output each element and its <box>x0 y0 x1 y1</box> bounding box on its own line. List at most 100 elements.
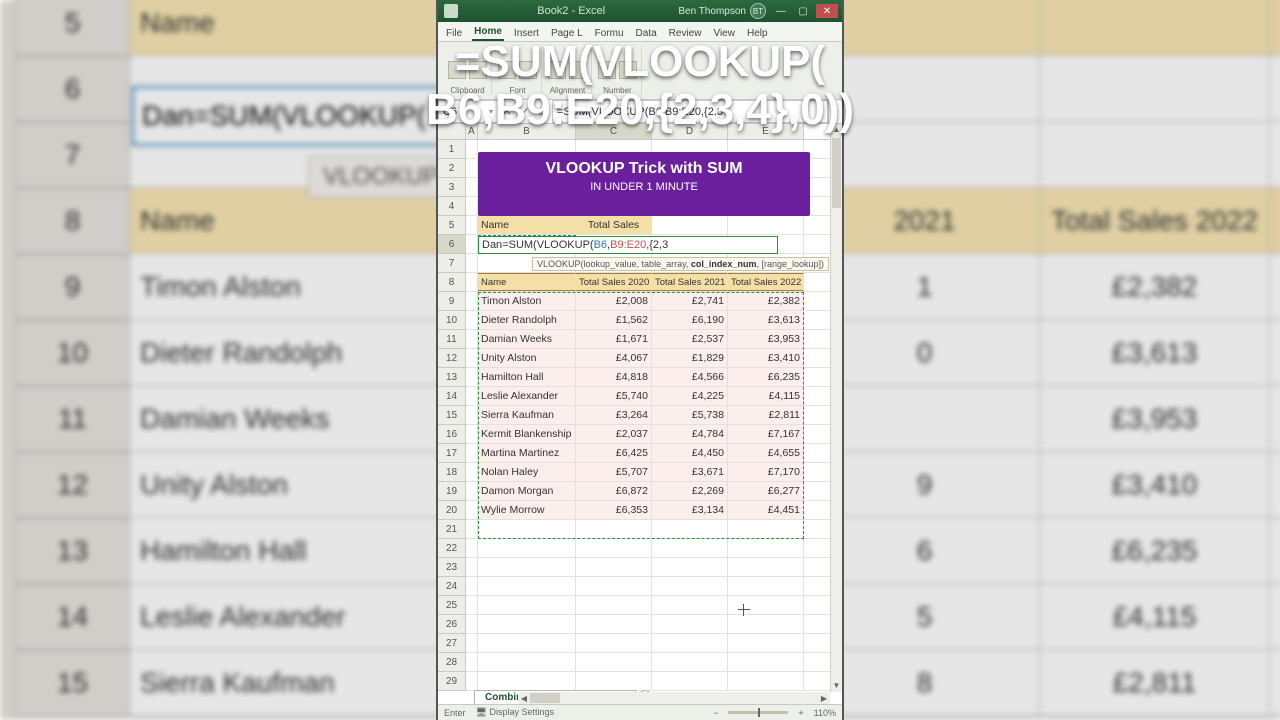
scroll-up-icon[interactable]: ▲ <box>831 124 842 136</box>
cell[interactable] <box>466 292 478 310</box>
name-box[interactable]: C6▾ <box>438 100 498 123</box>
ribbon-tab[interactable]: Home <box>472 24 504 41</box>
zoom-in-icon[interactable]: + <box>798 708 803 718</box>
cell[interactable] <box>576 520 652 538</box>
row-header[interactable]: 25 <box>438 596 466 615</box>
cell[interactable]: £2,008 <box>576 292 652 310</box>
cell[interactable]: £4,818 <box>576 368 652 386</box>
ribbon-button[interactable] <box>548 61 566 79</box>
cell[interactable] <box>652 520 728 538</box>
cell[interactable] <box>466 444 478 462</box>
cell[interactable]: Wylie Morrow <box>478 501 576 519</box>
row-header[interactable]: 18 <box>438 463 466 482</box>
cell[interactable] <box>728 596 804 614</box>
ribbon-tab[interactable]: Page L <box>549 26 585 41</box>
cell[interactable] <box>466 235 478 253</box>
scroll-thumb[interactable] <box>832 138 841 208</box>
cell[interactable] <box>576 596 652 614</box>
cell[interactable] <box>652 577 728 595</box>
cell[interactable] <box>466 406 478 424</box>
cell[interactable] <box>478 634 576 652</box>
cell[interactable] <box>728 634 804 652</box>
cell[interactable]: £2,382 <box>728 292 804 310</box>
horizontal-scrollbar[interactable]: ◀ ▶ <box>518 692 830 704</box>
active-cell-editor[interactable]: Dan=SUM(VLOOKUP(B6,B9:E20,{2,3 <box>478 236 778 254</box>
cell[interactable] <box>466 178 478 196</box>
ribbon-tab[interactable]: Insert <box>512 26 541 41</box>
cell[interactable]: Damon Morgan <box>478 482 576 500</box>
cell[interactable] <box>652 634 728 652</box>
cell[interactable] <box>466 520 478 538</box>
cell[interactable] <box>652 539 728 557</box>
row-header[interactable]: 6 <box>438 235 466 254</box>
ribbon-tab[interactable]: View <box>711 26 737 41</box>
cell[interactable]: Total Sales 2022 <box>728 273 804 291</box>
chevron-down-icon[interactable]: ▾ <box>489 107 493 116</box>
cell[interactable] <box>728 216 804 234</box>
cell[interactable]: £3,264 <box>576 406 652 424</box>
ribbon-button[interactable] <box>619 61 637 79</box>
cell[interactable] <box>576 672 652 690</box>
cell[interactable]: Sierra Kaufman <box>478 406 576 424</box>
cell[interactable] <box>478 558 576 576</box>
row-header[interactable]: 3 <box>438 178 466 197</box>
cell[interactable] <box>466 216 478 234</box>
cell[interactable] <box>728 577 804 595</box>
cell[interactable]: Damian Weeks <box>478 330 576 348</box>
cell[interactable] <box>652 615 728 633</box>
cell[interactable]: £3,410 <box>728 349 804 367</box>
column-header[interactable]: A <box>466 124 478 139</box>
cell[interactable]: Kermit Blankenship <box>478 425 576 443</box>
cell[interactable] <box>576 653 652 671</box>
user-avatar[interactable]: BT <box>750 3 766 19</box>
cell[interactable] <box>478 615 576 633</box>
cell[interactable] <box>728 539 804 557</box>
minimize-button[interactable]: — <box>772 4 790 18</box>
row-header[interactable]: 14 <box>438 387 466 406</box>
ribbon-button[interactable] <box>598 61 616 79</box>
ribbon-tab[interactable]: Formu <box>593 26 626 41</box>
vertical-scrollbar[interactable]: ▲ ▼ <box>830 124 842 692</box>
cell[interactable] <box>466 653 478 671</box>
cell[interactable] <box>466 596 478 614</box>
cell[interactable] <box>466 501 478 519</box>
zoom-slider[interactable] <box>728 711 788 714</box>
column-header[interactable]: C <box>576 124 652 139</box>
cell[interactable]: £4,655 <box>728 444 804 462</box>
ribbon-tab[interactable]: File <box>444 26 464 41</box>
cell[interactable]: £6,425 <box>576 444 652 462</box>
cell[interactable] <box>466 311 478 329</box>
cell[interactable] <box>652 216 728 234</box>
cell[interactable]: £1,671 <box>576 330 652 348</box>
cell[interactable]: £5,740 <box>576 387 652 405</box>
cell[interactable]: £2,537 <box>652 330 728 348</box>
cell[interactable] <box>466 672 478 690</box>
cell[interactable] <box>466 387 478 405</box>
cell[interactable]: £1,562 <box>576 311 652 329</box>
cell[interactable]: £6,235 <box>728 368 804 386</box>
cell[interactable] <box>478 596 576 614</box>
cell[interactable] <box>728 653 804 671</box>
cell[interactable] <box>466 634 478 652</box>
cell[interactable] <box>576 539 652 557</box>
cell[interactable] <box>652 558 728 576</box>
autosave-icon[interactable] <box>444 4 458 18</box>
column-header[interactable]: B <box>478 124 576 139</box>
select-all-corner[interactable] <box>438 124 466 139</box>
ribbon-button[interactable] <box>448 61 466 79</box>
ribbon-button[interactable] <box>498 61 516 79</box>
column-header[interactable]: D <box>652 124 728 139</box>
row-header[interactable]: 10 <box>438 311 466 330</box>
row-header[interactable]: 13 <box>438 368 466 387</box>
cell[interactable]: £3,671 <box>652 463 728 481</box>
cell[interactable]: £6,353 <box>576 501 652 519</box>
row-header[interactable]: 26 <box>438 615 466 634</box>
cell[interactable] <box>466 482 478 500</box>
cell[interactable] <box>478 672 576 690</box>
row-header[interactable]: 2 <box>438 159 466 178</box>
cell[interactable] <box>466 140 478 158</box>
row-header[interactable]: 28 <box>438 653 466 672</box>
cell[interactable] <box>576 615 652 633</box>
row-header[interactable]: 1 <box>438 140 466 159</box>
cell[interactable]: £5,707 <box>576 463 652 481</box>
